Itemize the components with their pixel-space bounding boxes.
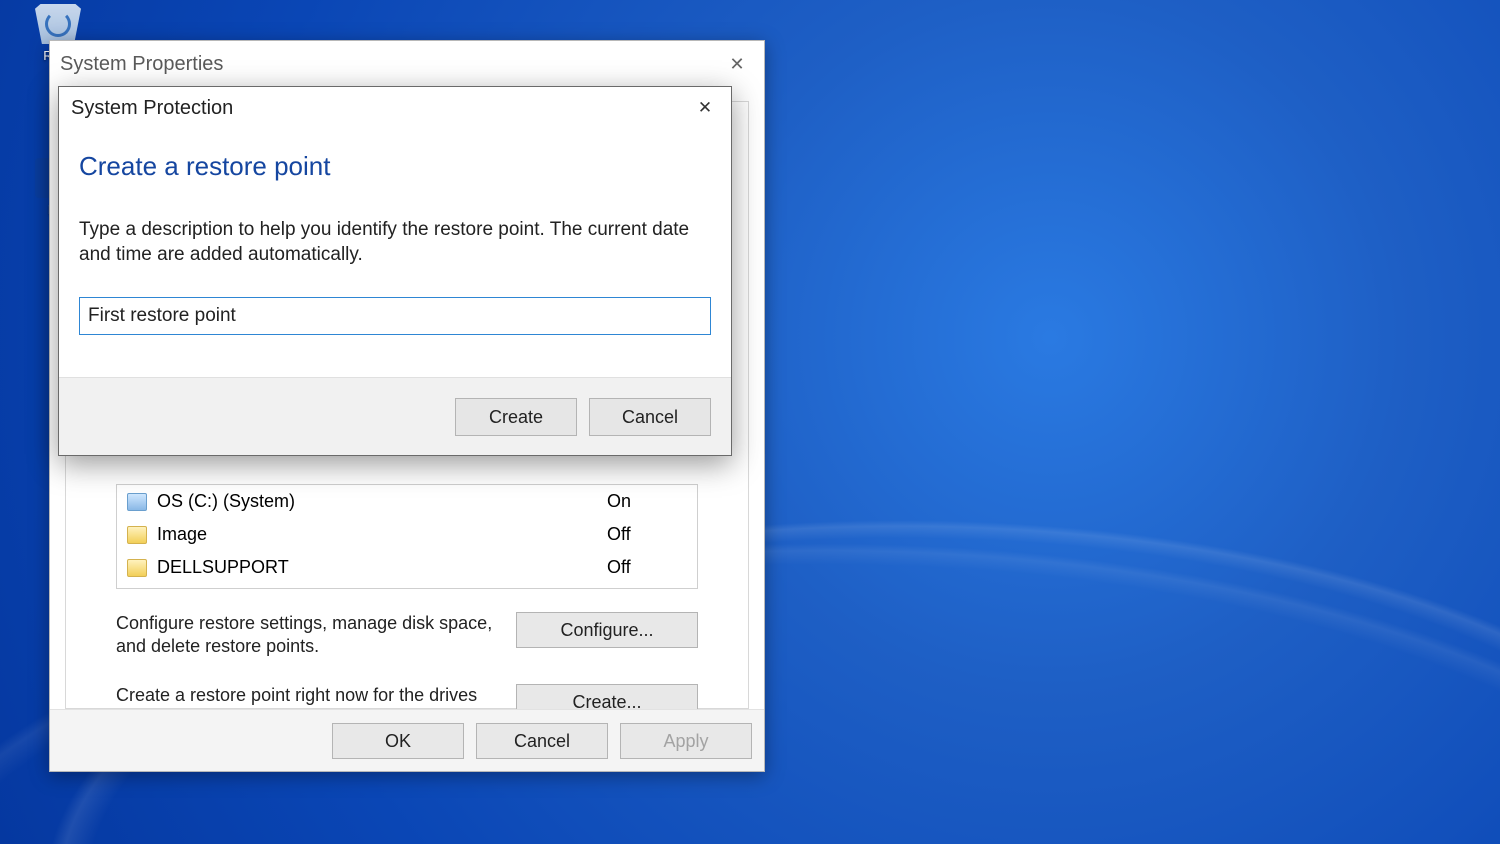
cancel-button[interactable]: Cancel bbox=[589, 398, 711, 436]
create-button[interactable]: Create bbox=[455, 398, 577, 436]
dialog-footer: Create Cancel bbox=[59, 377, 731, 455]
titlebar[interactable]: System Protection ✕ bbox=[59, 87, 731, 129]
list-item[interactable]: Image Off bbox=[117, 518, 697, 551]
configure-row: Configure restore settings, manage disk … bbox=[116, 612, 698, 657]
folder-icon bbox=[127, 559, 147, 577]
window-footer: OK Cancel Apply bbox=[50, 709, 764, 771]
list-item[interactable]: OS (C:) (System) On bbox=[117, 485, 697, 518]
drive-status: On bbox=[607, 491, 687, 512]
drive-name: OS (C:) (System) bbox=[157, 491, 607, 512]
recycle-bin-icon bbox=[35, 4, 81, 44]
titlebar[interactable]: System Properties ✕ bbox=[50, 41, 764, 87]
close-icon: ✕ bbox=[729, 54, 744, 75]
list-item[interactable]: DELLSUPPORT Off bbox=[117, 551, 697, 584]
cancel-button[interactable]: Cancel bbox=[476, 723, 608, 759]
close-button[interactable]: ✕ bbox=[685, 93, 725, 123]
restore-point-name-input[interactable] bbox=[79, 297, 711, 335]
drive-status: Off bbox=[607, 557, 687, 578]
drive-name: Image bbox=[157, 524, 607, 545]
configure-button[interactable]: Configure... bbox=[516, 612, 698, 648]
drive-icon bbox=[127, 493, 147, 511]
ok-button[interactable]: OK bbox=[332, 723, 464, 759]
dialog-system-protection: System Protection ✕ Create a restore poi… bbox=[58, 86, 732, 456]
drive-status: Off bbox=[607, 524, 687, 545]
folder-icon bbox=[127, 526, 147, 544]
dialog-title: System Protection bbox=[71, 97, 233, 120]
apply-button: Apply bbox=[620, 723, 752, 759]
dialog-description: Type a description to help you identify … bbox=[59, 182, 731, 267]
dialog-heading: Create a restore point bbox=[59, 129, 731, 182]
configure-description: Configure restore settings, manage disk … bbox=[116, 612, 496, 657]
close-button[interactable]: ✕ bbox=[714, 48, 760, 80]
window-title: System Properties bbox=[60, 53, 223, 76]
drive-name: DELLSUPPORT bbox=[157, 557, 607, 578]
close-icon: ✕ bbox=[698, 98, 712, 118]
protection-drives-list[interactable]: OS (C:) (System) On Image Off DELLSUPPOR… bbox=[116, 484, 698, 589]
